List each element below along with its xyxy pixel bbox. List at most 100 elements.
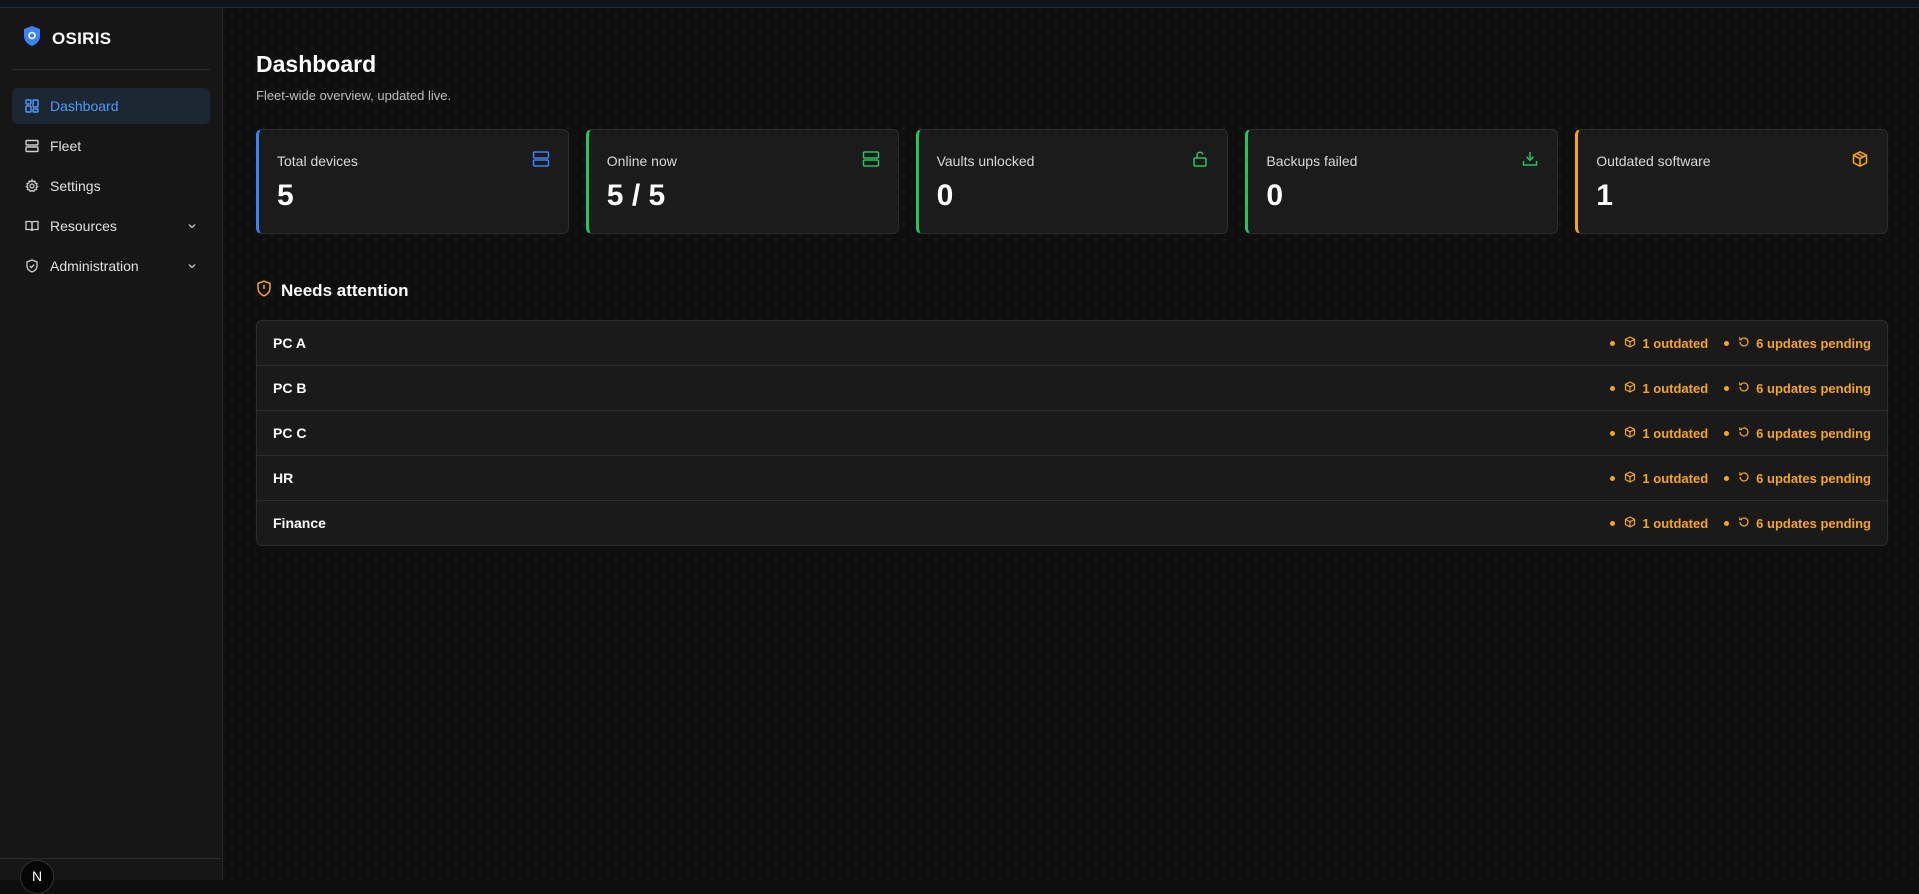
status-dot [1610, 385, 1616, 391]
sidebar-nav: Dashboard Fleet Settings Resources Admin… [0, 70, 222, 284]
stat-card-online-now[interactable]: Online now 5 / 5 [585, 129, 899, 234]
sidebar-item-settings[interactable]: Settings [12, 168, 210, 204]
outdated-badge: 1 outdated [1610, 336, 1708, 351]
server-icon [862, 150, 880, 168]
outdated-text: 1 outdated [1642, 470, 1709, 486]
updates-text: 6 updates pending [1756, 470, 1871, 486]
gear-icon [24, 178, 40, 194]
row-tags: 1 outdated 6 updates pending [1594, 411, 1871, 455]
stat-label: Total devices [277, 153, 358, 169]
outdated-text: 1 outdated [1642, 515, 1709, 531]
outdated-badge: 1 outdated [1610, 426, 1708, 441]
stat-value: 1 [1596, 179, 1613, 212]
list-item[interactable]: PC A 1 outdated 6 updates pending [257, 321, 1887, 366]
status-dot [1610, 340, 1616, 346]
stat-card-backups-failed[interactable]: Backups failed 0 [1245, 129, 1559, 234]
stat-label: Vaults unlocked [936, 153, 1035, 169]
chevron-down-icon[interactable] [186, 219, 198, 235]
stat-value: 5 / 5 [606, 179, 666, 212]
server-icon [532, 150, 550, 168]
section-title: Needs attention [281, 281, 409, 300]
package-icon [1624, 380, 1642, 396]
row-tags: 1 outdated 6 updates pending [1594, 366, 1871, 410]
refresh-icon [1738, 336, 1756, 351]
list-item[interactable]: PC B 1 outdated 6 updates pending [257, 366, 1887, 411]
stat-label: Backups failed [1266, 153, 1358, 169]
sidebar-item-dashboard[interactable]: Dashboard [12, 88, 210, 124]
package-icon [1624, 515, 1642, 531]
layout-grid-icon [24, 98, 40, 114]
status-dot [1610, 475, 1616, 481]
sidebar-item-label: Resources [50, 218, 117, 234]
brand-name: OSIRIS [52, 28, 112, 48]
outdated-badge: 1 outdated [1610, 516, 1708, 531]
list-item[interactable]: Finance 1 outdated 6 updates pending [257, 501, 1887, 545]
page-title: Dashboard [256, 51, 377, 77]
needs-attention-header: Needs attention [256, 280, 409, 302]
sidebar-item-label: Fleet [50, 138, 82, 154]
sidebar-item-label: Settings [50, 178, 101, 194]
sidebar-footer: N [0, 858, 222, 894]
refresh-icon [1738, 516, 1756, 531]
stat-card-vaults-unlocked[interactable]: Vaults unlocked 0 [915, 129, 1229, 234]
status-dot [1724, 385, 1730, 391]
status-dot [1724, 520, 1730, 526]
stat-value: 5 [277, 179, 294, 212]
shield-logo-icon [22, 25, 52, 52]
row-tags: 1 outdated 6 updates pending [1594, 456, 1871, 500]
list-item[interactable]: HR 1 outdated 6 updates pending [257, 456, 1887, 501]
outdated-badge: 1 outdated [1610, 381, 1708, 396]
outdated-badge: 1 outdated [1610, 471, 1708, 486]
stat-card-total-devices[interactable]: Total devices 5 [256, 129, 569, 234]
stat-value: 0 [936, 179, 954, 212]
device-name: HR [273, 470, 294, 486]
row-tags: 1 outdated 6 updates pending [1594, 321, 1871, 365]
stat-card-outdated-software[interactable]: Outdated software 1 [1575, 129, 1888, 234]
top-bar [0, 0, 1919, 8]
list-item[interactable]: PC C 1 outdated 6 updates pending [257, 411, 1887, 456]
status-dot [1724, 475, 1730, 481]
stat-label: Online now [606, 153, 677, 169]
device-name: PC A [273, 335, 306, 351]
sidebar-item-label: Dashboard [50, 98, 119, 114]
brand[interactable]: OSIRIS [12, 8, 210, 70]
download-icon [1521, 150, 1539, 168]
package-icon [1624, 335, 1642, 351]
updates-badge: 6 updates pending [1724, 471, 1871, 486]
status-dot [1724, 430, 1730, 436]
updates-text: 6 updates pending [1756, 425, 1871, 441]
sidebar-item-resources[interactable]: Resources [12, 208, 210, 244]
needs-attention-list: PC A 1 outdated 6 updates pending PC B 1… [256, 320, 1888, 546]
status-dot [1724, 340, 1730, 346]
page-subtitle: Fleet-wide overview, updated live. [256, 88, 452, 103]
updates-text: 6 updates pending [1756, 335, 1871, 351]
outdated-text: 1 outdated [1642, 425, 1709, 441]
sidebar-item-fleet[interactable]: Fleet [12, 128, 210, 164]
device-name: PC C [273, 425, 307, 441]
sidebar: OSIRIS Dashboard Fleet Settings Resource… [0, 8, 223, 894]
sidebar-item-administration[interactable]: Administration [12, 248, 210, 284]
chevron-down-icon[interactable] [186, 259, 198, 275]
updates-badge: 6 updates pending [1724, 381, 1871, 396]
package-icon [1851, 150, 1869, 168]
updates-badge: 6 updates pending [1724, 336, 1871, 351]
refresh-icon [1738, 426, 1756, 441]
stat-label: Outdated software [1596, 153, 1711, 169]
updates-badge: 6 updates pending [1724, 426, 1871, 441]
outdated-text: 1 outdated [1642, 380, 1709, 396]
avatar[interactable]: N [20, 860, 54, 894]
updates-badge: 6 updates pending [1724, 516, 1871, 531]
shield-check-icon [24, 258, 40, 274]
stat-cards: Total devices 5 Online now 5 / 5 Vaults … [256, 129, 1888, 234]
unlock-icon [1191, 150, 1209, 168]
row-tags: 1 outdated 6 updates pending [1594, 501, 1871, 545]
device-name: Finance [273, 515, 326, 531]
package-icon [1624, 425, 1642, 441]
package-icon [1624, 470, 1642, 486]
main-content: Dashboard Fleet-wide overview, updated l… [224, 8, 1919, 880]
updates-text: 6 updates pending [1756, 380, 1871, 396]
refresh-icon [1738, 381, 1756, 396]
updates-text: 6 updates pending [1756, 515, 1871, 531]
status-dot [1610, 430, 1616, 436]
shield-alert-icon [256, 280, 281, 302]
